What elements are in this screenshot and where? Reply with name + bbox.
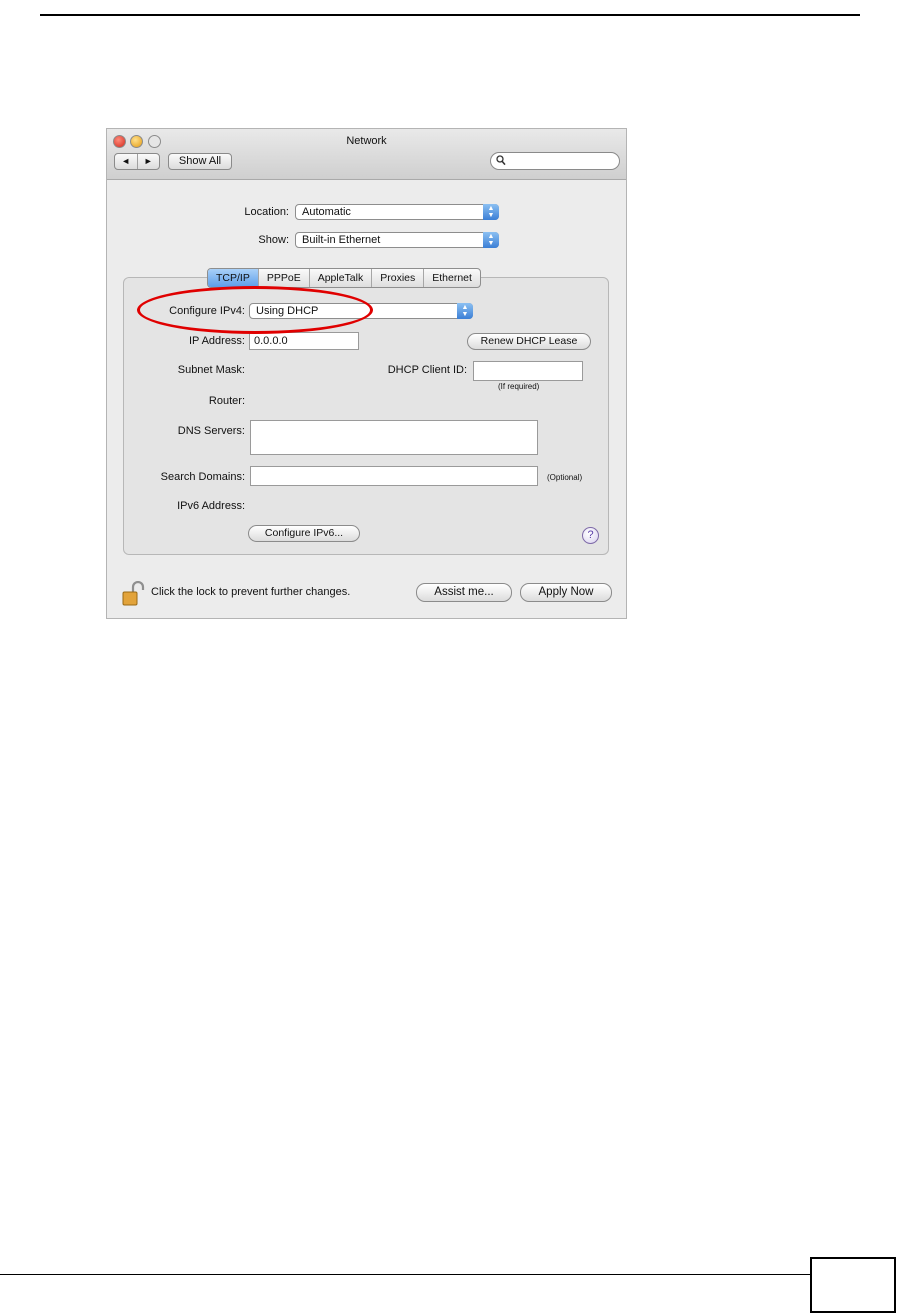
tab-ethernet[interactable]: Ethernet: [424, 269, 480, 287]
ip-address-label: IP Address:: [188, 335, 245, 347]
ipv6-address-label: IPv6 Address:: [177, 500, 245, 512]
title-bar: Network ◄ ► Show All: [107, 129, 626, 180]
forward-button[interactable]: ►: [138, 154, 160, 169]
popup-arrows-icon: ▲ ▼: [483, 204, 499, 220]
lock-icon[interactable]: [121, 581, 145, 607]
configure-ipv6-button[interactable]: Configure IPv6...: [248, 525, 360, 542]
back-button[interactable]: ◄: [115, 154, 138, 169]
dhcp-client-id-field[interactable]: [473, 361, 583, 381]
tab-tcpip[interactable]: TCP/IP: [208, 269, 259, 287]
if-required-note: (If required): [498, 382, 540, 391]
bottom-rule: [0, 1274, 810, 1275]
subnet-mask-label: Subnet Mask:: [177, 364, 245, 376]
search-input[interactable]: [490, 152, 620, 170]
configure-ipv4-value: Using DHCP: [256, 305, 319, 317]
network-preferences-window: Network ◄ ► Show All Location: Automatic…: [106, 128, 627, 619]
tab-proxies[interactable]: Proxies: [372, 269, 425, 287]
dns-servers-label: DNS Servers:: [177, 425, 245, 437]
optional-note: (Optional): [547, 473, 583, 482]
show-popup[interactable]: Built-in Ethernet ▲ ▼: [295, 232, 499, 248]
configure-ipv4-popup[interactable]: Using DHCP ▲ ▼: [249, 303, 473, 319]
search-domains-field[interactable]: [250, 466, 538, 486]
search-icon: [496, 155, 506, 166]
popup-arrows-icon: ▲ ▼: [457, 303, 473, 319]
dns-servers-field[interactable]: [250, 420, 538, 455]
tab-appletalk[interactable]: AppleTalk: [310, 269, 373, 287]
show-all-button[interactable]: Show All: [168, 153, 232, 170]
dhcp-client-id-label: DHCP Client ID:: [387, 364, 467, 376]
location-value: Automatic: [302, 206, 351, 218]
page-number-box: [810, 1257, 896, 1313]
location-popup[interactable]: Automatic ▲ ▼: [295, 204, 499, 220]
window-title: Network: [346, 135, 387, 147]
router-label: Router:: [208, 395, 245, 407]
help-icon[interactable]: ?: [582, 527, 599, 544]
tab-bar: TCP/IP PPPoE AppleTalk Proxies Ethernet: [207, 268, 481, 288]
show-value: Built-in Ethernet: [302, 234, 381, 246]
tab-pppoe[interactable]: PPPoE: [259, 269, 310, 287]
top-rule: [40, 14, 860, 16]
renew-dhcp-lease-button[interactable]: Renew DHCP Lease: [467, 333, 591, 350]
apply-now-button[interactable]: Apply Now: [520, 583, 612, 602]
assist-me-button[interactable]: Assist me...: [416, 583, 512, 602]
popup-arrows-icon: ▲ ▼: [483, 232, 499, 248]
lock-text: Click the lock to prevent further change…: [151, 586, 351, 598]
configure-ipv4-label: Configure IPv4:: [169, 305, 245, 317]
ip-address-field[interactable]: 0.0.0.0: [249, 332, 359, 350]
show-label: Show:: [258, 234, 289, 246]
search-domains-label: Search Domains:: [160, 471, 245, 483]
location-label: Location:: [244, 206, 289, 218]
back-forward-control: ◄ ►: [114, 153, 160, 170]
